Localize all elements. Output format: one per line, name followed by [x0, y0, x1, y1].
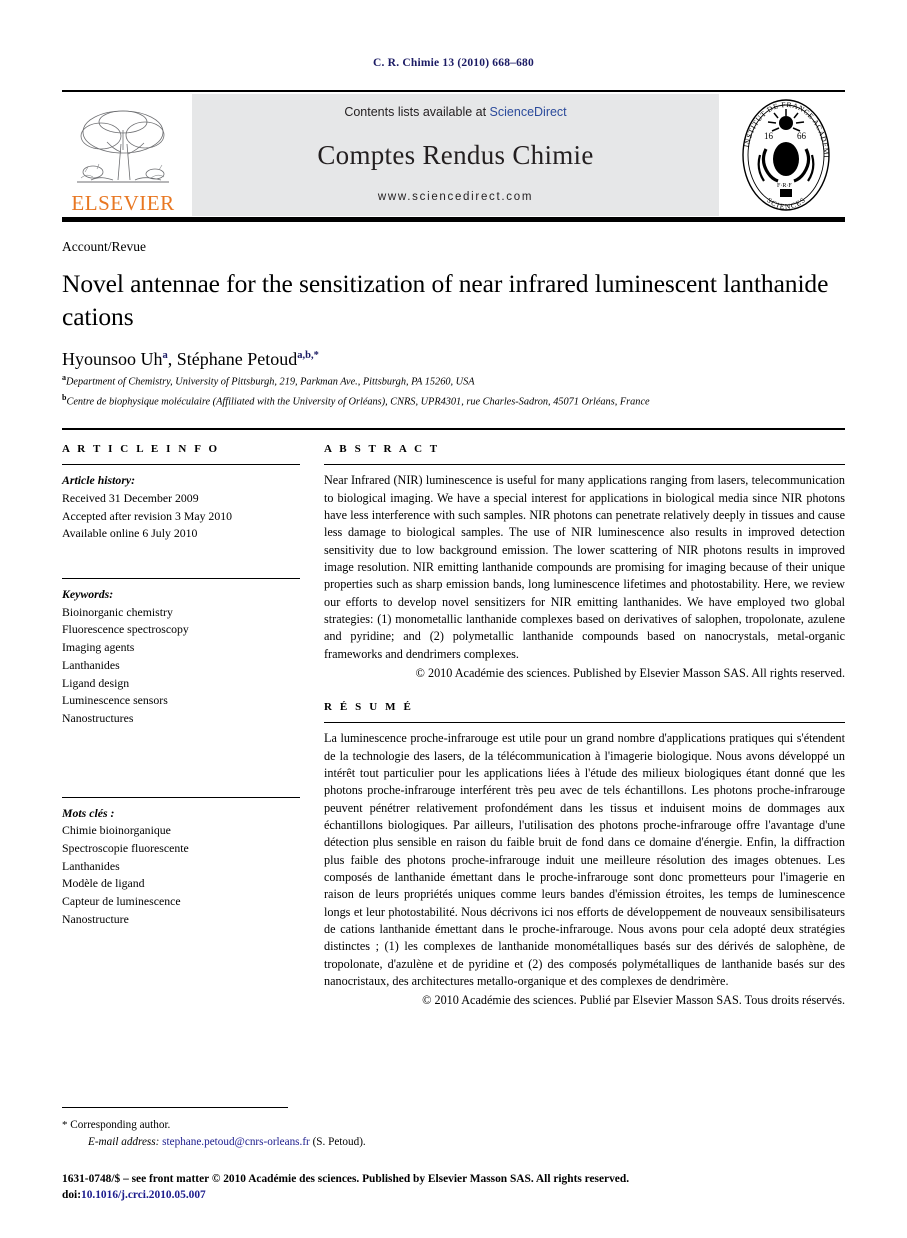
motcle-item: Chimie bioinorganique [62, 823, 171, 838]
abstract-rule [324, 464, 845, 466]
sciencedirect-link[interactable]: ScienceDirect [490, 105, 567, 119]
footnote-rule [62, 1107, 288, 1109]
masthead-bottom-rule [62, 217, 845, 222]
affiliation-text-a: Department of Chemistry, University of P… [66, 376, 475, 388]
keyword-item: Luminescence sensors [62, 693, 168, 708]
author-name-1: Hyounsoo Uh [62, 349, 163, 370]
author-name-2: Stéphane Petoud [176, 349, 298, 370]
keyword-item: Nanostructures [62, 710, 134, 725]
elsevier-tree-icon [77, 110, 169, 183]
article-info-heading: A R T I C L E I N F O [62, 443, 220, 456]
motcle-item: Capteur de luminescence [62, 894, 181, 908]
academie-des-sciences-seal-icon: INSTITUT DE FRANCE ACADEMIE DES SCIENCES [736, 97, 830, 211]
elsevier-wordmark: ELSEVIER [71, 191, 175, 215]
page-footer: * Corresponding author. E-mail address: … [62, 1107, 845, 1204]
affiliation-a: aDepartment of Chemistry, University of … [62, 372, 845, 390]
article-info-column: A R T I C L E I N F O Article history: R… [62, 443, 324, 1009]
email-note: E-mail address: stephane.petoud@cnrs-orl… [62, 1134, 845, 1151]
sciencedirect-url[interactable]: www.sciencedirect.com [378, 191, 533, 203]
author-mark-2: a,b,* [297, 350, 319, 362]
contents-prefix: Contents lists available at [344, 105, 490, 119]
info-spacer-1 [62, 543, 300, 569]
footnote-star: * [62, 1119, 68, 1132]
page-title: Novel antennae for the sensitization of … [62, 269, 829, 331]
journal-masthead: ELSEVIER Contents lists available at Sci… [62, 90, 845, 216]
keyword-item: Fluorescence spectroscopy [62, 622, 189, 637]
svg-text:16: 16 [764, 131, 774, 141]
motcle-item: Nanostructure [62, 911, 129, 926]
motscles-label: Mots clés : [62, 805, 115, 820]
svg-text:66: 66 [797, 131, 807, 141]
svg-text:F·R·F: F·R·F [777, 183, 792, 189]
corresponding-author-text: Corresponding author. [70, 1119, 171, 1132]
resume-heading: R É S U M É [324, 701, 414, 714]
contents-list-line: Contents lists available at ScienceDirec… [344, 105, 566, 119]
keyword-item: Bioinorganic chemistry [62, 604, 173, 619]
motcle-item: Lanthanides [62, 858, 120, 873]
history-accepted: Accepted after revision 3 May 2010 [62, 508, 233, 523]
doi-label: doi: [62, 1189, 81, 1202]
affiliation-b: bCentre de biophysique moléculaire (Affi… [62, 392, 845, 410]
keywords-label: Keywords: [62, 587, 114, 602]
journal-banner: Contents lists available at ScienceDirec… [192, 94, 719, 216]
info-spacer-2 [62, 728, 300, 788]
imprint-text: 1631-0748/$ – see front matter © 2010 Ac… [62, 1172, 630, 1185]
article-info-rule [62, 464, 300, 466]
author-separator: , [167, 349, 177, 370]
academy-seal: INSTITUT DE FRANCE ACADEMIE DES SCIENCES [727, 94, 845, 216]
author-list: Hyounsoo Uha, Stéphane Petouda,b,* [62, 349, 845, 370]
journal-title: Comptes Rendus Chimie [317, 139, 594, 170]
corresponding-author-note: * Corresponding author. [62, 1117, 845, 1134]
keyword-item: Ligand design [62, 675, 130, 690]
imprint-line: 1631-0748/$ – see front matter © 2010 Ac… [62, 1171, 845, 1204]
keyword-item: Imaging agents [62, 640, 135, 655]
keyword-item: Lanthanides [62, 657, 120, 672]
running-head: C. R. Chimie 13 (2010) 668–680 [373, 57, 534, 69]
article-history-label: Article history: [62, 473, 136, 488]
article-page: C. R. Chimie 13 (2010) 668–680 ELSEVIER … [0, 0, 907, 1238]
motcle-item: Spectroscopie fluorescente [62, 840, 189, 855]
info-top-rule [62, 428, 845, 431]
abstract-copyright: © 2010 Académie des sciences. Published … [415, 665, 845, 680]
history-received: Received 31 December 2009 [62, 491, 199, 505]
doi-line: doi:10.1016/j.crci.2010.05.007 [62, 1187, 845, 1204]
email-label: E-mail address: [88, 1136, 160, 1149]
doi-value[interactable]: 10.1016/j.crci.2010.05.007 [81, 1189, 206, 1201]
keywords-rule [62, 578, 300, 580]
resume-rule [324, 722, 845, 724]
article-section-label: Account/Revue [62, 239, 146, 254]
email-link[interactable]: stephane.petoud@cnrs-orleans.fr [162, 1136, 310, 1148]
abstract-column: A B S T R A C T Near Infrared (NIR) lumi… [324, 443, 845, 1009]
motscles-rule [62, 796, 300, 798]
info-abstract-columns: A R T I C L E I N F O Article history: R… [62, 443, 845, 1009]
email-suffix: (S. Petoud). [312, 1136, 366, 1149]
resume-copyright: © 2010 Académie des sciences. Publié par… [422, 993, 845, 1008]
motcle-item: Modèle de ligand [62, 876, 145, 891]
abstract-body: Near Infrared (NIR) luminescence is usef… [324, 473, 845, 661]
elsevier-logo: ELSEVIER [62, 94, 184, 216]
affiliation-text-b: Centre de biophysique moléculaire (Affil… [66, 396, 650, 408]
resume-body: La luminescence proche-infrarouge est ut… [324, 731, 845, 988]
abstract-heading: A B S T R A C T [324, 443, 440, 456]
history-online: Available online 6 July 2010 [62, 526, 198, 541]
